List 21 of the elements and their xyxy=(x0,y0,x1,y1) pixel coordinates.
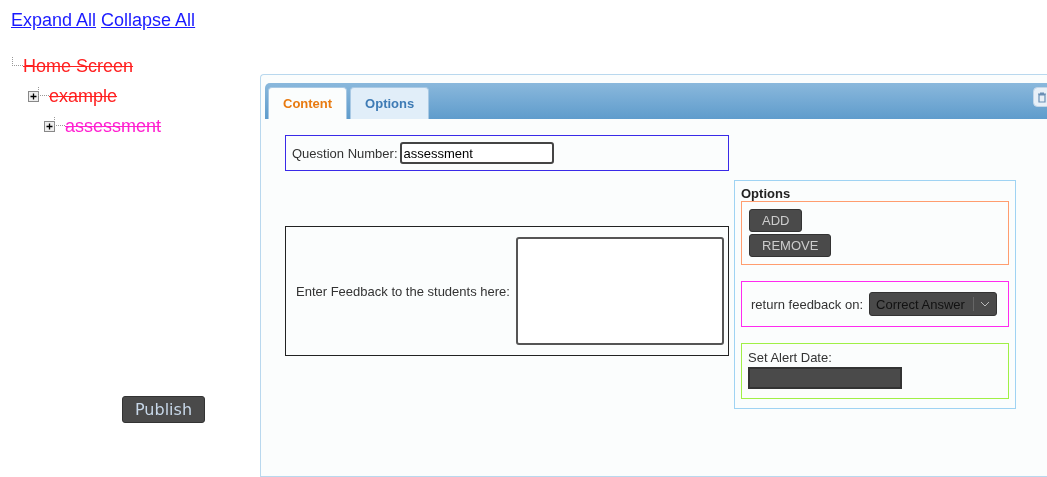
question-number-field[interactable]: assessment xyxy=(399,142,554,164)
expand-icon[interactable] xyxy=(28,90,39,102)
text-link[interactable]: Expand All xyxy=(11,10,97,31)
field-label: Question Number: xyxy=(292,145,398,161)
tab[interactable]: Options xyxy=(350,87,430,119)
tree-item[interactable]: example xyxy=(49,85,118,107)
field-label: Set Alert Date: xyxy=(748,350,833,365)
tree-item[interactable]: Home Screen xyxy=(23,55,134,77)
feedback-field[interactable] xyxy=(515,237,724,345)
tab[interactable]: Content xyxy=(268,87,348,119)
option-button[interactable]: ADD xyxy=(749,209,803,232)
expand-icon[interactable] xyxy=(44,120,55,132)
option-button[interactable]: REMOVE xyxy=(749,234,832,257)
trash-icon[interactable] xyxy=(1033,87,1047,107)
publish-button[interactable]: Publish xyxy=(122,396,206,423)
tree-item[interactable]: assessment xyxy=(65,115,162,137)
field-label: return feedback on: xyxy=(751,296,864,312)
field-label: Enter Feedback to the students here: xyxy=(296,283,510,299)
alert-date-field[interactable] xyxy=(748,367,902,389)
options-title: Options xyxy=(741,186,792,201)
text-link[interactable]: Collapse All xyxy=(101,10,196,31)
